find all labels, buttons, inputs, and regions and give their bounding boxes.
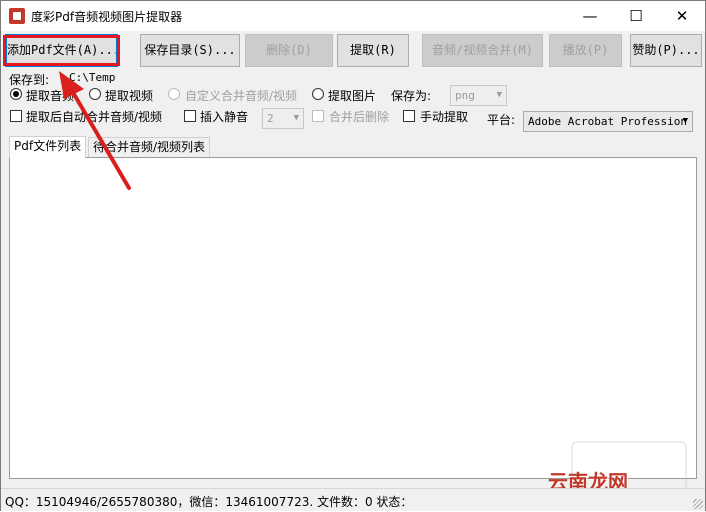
- extract-video-radio[interactable]: [89, 88, 101, 100]
- platform-value: Adobe Acrobat Profession: [528, 115, 687, 128]
- highlight-annotation-box: [3, 35, 120, 66]
- donate-button[interactable]: 赞助(P)...: [630, 34, 702, 67]
- merge-av-button[interactable]: 音频/视频合并(M): [422, 34, 543, 67]
- close-button[interactable]: ✕: [659, 1, 705, 31]
- auto-merge-checkbox[interactable]: [10, 110, 22, 122]
- status-bar: QQ：15104946/2655780380，微信：13461007723. 文…: [1, 488, 705, 511]
- save-to-label: 保存到:: [9, 73, 50, 87]
- platform-label: 平台:: [487, 113, 516, 127]
- chevron-down-icon: ▼: [496, 90, 502, 100]
- resize-grip-icon[interactable]: [693, 499, 703, 509]
- extract-image-radio[interactable]: [312, 88, 324, 100]
- extract-video-label: 提取视频: [105, 89, 154, 103]
- silence-seconds-select[interactable]: 2 ▼: [262, 108, 304, 129]
- app-logo-icon: [9, 8, 25, 24]
- save-path: C:\Temp: [69, 71, 116, 84]
- extract-audio-label: 提取音频: [26, 89, 75, 103]
- delete-button[interactable]: 删除(D): [245, 34, 333, 67]
- delete-after-merge-label: 合并后删除: [329, 110, 390, 124]
- save-format-value: png: [455, 89, 475, 102]
- maximize-button[interactable]: ☐: [613, 1, 659, 31]
- platform-select[interactable]: Adobe Acrobat Profession ▼: [523, 111, 693, 132]
- tab-pdf-list[interactable]: Pdf文件列表: [9, 136, 87, 158]
- window-title: 度彩Pdf音频视频图片提取器: [31, 10, 183, 24]
- chevron-down-icon: ▼: [682, 116, 688, 126]
- manual-extract-checkbox[interactable]: [403, 110, 415, 122]
- insert-silence-label: 插入静音: [200, 110, 249, 124]
- chevron-down-icon: ▼: [293, 113, 299, 123]
- pdf-file-list[interactable]: [9, 157, 697, 479]
- status-text: QQ：15104946/2655780380，微信：13461007723. 文…: [5, 495, 413, 509]
- save-directory-button[interactable]: 保存目录(S)...: [140, 34, 240, 67]
- auto-merge-label: 提取后自动合并音频/视频: [26, 110, 163, 124]
- save-format-select[interactable]: png ▼: [450, 85, 507, 106]
- tab-merge-list[interactable]: 待合并音频/视频列表: [88, 137, 211, 158]
- manual-extract-label: 手动提取: [420, 110, 469, 124]
- play-button[interactable]: 播放(P): [549, 34, 622, 67]
- delete-after-merge-checkbox[interactable]: [312, 110, 324, 122]
- silence-seconds-value: 2: [267, 112, 274, 125]
- save-as-label: 保存为:: [391, 89, 432, 103]
- app-window: 度彩Pdf音频视频图片提取器 — ☐ ✕ 添加Pdf文件(A)... 保存目录(…: [0, 0, 706, 511]
- extract-audio-radio[interactable]: [10, 88, 22, 100]
- extract-image-label: 提取图片: [328, 89, 377, 103]
- extract-button[interactable]: 提取(R): [337, 34, 409, 67]
- custom-merge-radio[interactable]: [168, 88, 180, 100]
- custom-merge-label: 自定义合并音频/视频: [185, 89, 298, 103]
- insert-silence-checkbox[interactable]: [184, 110, 196, 122]
- minimize-button[interactable]: —: [567, 1, 613, 31]
- title-bar: 度彩Pdf音频视频图片提取器 — ☐ ✕: [1, 1, 705, 31]
